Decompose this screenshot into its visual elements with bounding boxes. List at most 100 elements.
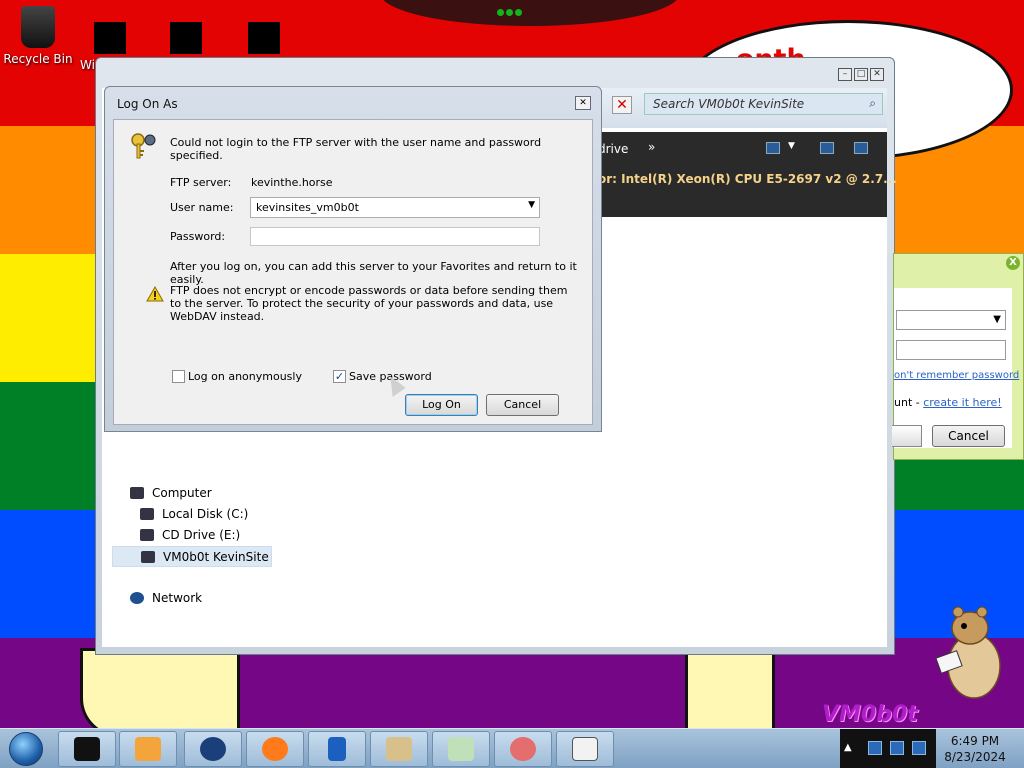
password-input[interactable]: [250, 227, 540, 246]
nav-item-label: CD Drive (E:): [162, 528, 241, 542]
checkbox-label: Log on anonymously: [188, 370, 302, 383]
clock-date: 8/23/2024: [944, 750, 1006, 764]
desktop-icon-redacted-3[interactable]: [228, 6, 300, 58]
search-placeholder: Search VM0b0t KevinSite: [653, 97, 805, 111]
navigation-pane: Computer Local Disk (C:) CD Drive (E:) V…: [112, 483, 272, 609]
cancel-button[interactable]: Cancel: [932, 425, 1005, 447]
taskbar-app-media-player[interactable]: [119, 731, 177, 767]
window-controls: – □ ✕: [838, 68, 884, 81]
search-input[interactable]: Search VM0b0t KevinSite ⌕: [644, 93, 883, 115]
snipping-tool-icon: [510, 737, 536, 761]
recycle-bin-icon: [21, 6, 55, 48]
taskbar-app-browser[interactable]: [184, 731, 242, 767]
toolbar-more-button[interactable]: »: [648, 140, 655, 154]
account-select[interactable]: ▼: [896, 310, 1006, 330]
password-label: Password:: [170, 230, 226, 243]
close-icon[interactable]: X: [1006, 256, 1020, 270]
forgot-password-link[interactable]: on't remember password: [894, 370, 1019, 381]
nav-item-cd-drive[interactable]: CD Drive (E:): [112, 525, 272, 546]
nav-item-network[interactable]: Network: [112, 588, 272, 609]
clock[interactable]: 6:49 PM 8/23/2024: [940, 733, 1010, 765]
background-login-dialog: X ▼ on't remember password unt - create …: [892, 253, 1024, 460]
create-account-link[interactable]: create it here!: [923, 396, 1001, 409]
warning-icon: [146, 286, 164, 302]
taskbar-app-tablet[interactable]: [308, 731, 366, 767]
cancel-button[interactable]: Cancel: [486, 394, 559, 416]
nav-item-label: Local Disk (C:): [162, 507, 249, 521]
stop-icon[interactable]: ✕: [612, 96, 632, 114]
toolbar-drive-button[interactable]: drive: [598, 142, 628, 156]
close-icon[interactable]: ✕: [575, 96, 591, 110]
close-icon[interactable]: ✕: [870, 68, 884, 81]
start-button[interactable]: [4, 731, 48, 767]
maximize-icon[interactable]: □: [854, 68, 868, 81]
taskbar: ▲ 6:49 PM 8/23/2024: [0, 728, 1024, 768]
desktop-icon-recycle-bin[interactable]: Recycle Bin: [2, 6, 74, 66]
nav-item-computer[interactable]: Computer: [112, 483, 272, 504]
account-text: unt -: [894, 396, 924, 409]
media-player-icon: [135, 737, 161, 761]
user-name-value: kevinsites_vm0b0t: [256, 201, 359, 214]
help-icon[interactable]: [854, 142, 868, 154]
login-form: ▼ on't remember password unt - create it…: [892, 288, 1019, 448]
dialog-body: Could not login to the FTP server with t…: [113, 119, 593, 425]
favorites-info: After you log on, you can add this serve…: [170, 260, 577, 286]
taskbar-app-solitaire[interactable]: [556, 731, 614, 767]
ftp-server-label: FTP server:: [170, 176, 232, 189]
nav-item-label: Network: [152, 591, 203, 605]
chevron-down-icon[interactable]: ▼: [528, 200, 535, 210]
taskbar-app-firefox[interactable]: [246, 731, 304, 767]
redacted-icon: [94, 22, 126, 54]
explorer-toolbar: drive » ▼ or: Intel(R) Xeon(R) CPU E5-26…: [598, 132, 897, 217]
checkbox-box[interactable]: ✓: [333, 370, 346, 383]
show-hidden-icons-icon[interactable]: ▲: [844, 742, 852, 753]
preview-pane-icon[interactable]: [820, 142, 834, 154]
hamster-icon: [936, 606, 1001, 699]
firefox-icon: [262, 737, 288, 761]
login-button[interactable]: [892, 425, 922, 447]
redacted-icon: [170, 22, 202, 54]
user-name-combobox[interactable]: kevinsites_vm0b0t ▼: [250, 197, 540, 218]
system-tray: ▲: [840, 729, 936, 768]
desktop-icon-redacted-2[interactable]: [150, 6, 222, 58]
nav-item-ftp-site[interactable]: VM0b0t KevinSite: [112, 546, 272, 567]
taskbar-app-paint[interactable]: [370, 731, 428, 767]
password-field[interactable]: [896, 340, 1006, 360]
notepad-icon: [448, 737, 474, 761]
vm0b0t-watermark: VM0b0t: [822, 702, 918, 727]
network-icon: [130, 592, 144, 604]
error-message: Could not login to the FTP server with t…: [170, 136, 542, 162]
minimize-icon[interactable]: –: [838, 68, 852, 81]
tablet-icon: [328, 737, 346, 761]
network-location-icon: [141, 551, 155, 563]
ftp-server-value: kevinthe.horse: [251, 176, 333, 189]
solitaire-icon: [572, 737, 598, 761]
wallpaper-dots: [497, 6, 527, 16]
volume-icon[interactable]: [912, 741, 926, 755]
nav-item-local-disk[interactable]: Local Disk (C:): [112, 504, 272, 525]
create-account-text: unt - create it here!: [894, 396, 1002, 409]
log-on-anonymously-checkbox[interactable]: Log on anonymously: [172, 370, 302, 383]
cpu-info: or: Intel(R) Xeon(R) CPU E5-2697 v2 @ 2.…: [598, 172, 897, 186]
security-warning: FTP does not encrypt or encode passwords…: [170, 284, 568, 323]
address-row: ✕ Search VM0b0t KevinSite ⌕: [602, 88, 887, 128]
bluetooth-icon[interactable]: [868, 741, 882, 755]
wallpaper-leg-right: [685, 648, 775, 738]
redacted-icon: [248, 22, 280, 54]
view-icon[interactable]: [766, 142, 780, 154]
taskbar-app-notepad[interactable]: [432, 731, 490, 767]
checkbox-box[interactable]: [172, 370, 185, 383]
clock-time: 6:49 PM: [950, 734, 1000, 748]
nav-item-label: Computer: [152, 486, 212, 500]
paint-icon: [386, 737, 412, 761]
taskbar-app-terminal[interactable]: [58, 731, 116, 767]
log-on-button[interactable]: Log On: [405, 394, 478, 416]
nav-item-label: VM0b0t KevinSite: [163, 550, 269, 564]
network-tray-icon[interactable]: [890, 741, 904, 755]
log-on-as-dialog: Log On As ✕ Could not login to the FTP s…: [104, 86, 602, 432]
taskbar-app-snipping-tool[interactable]: [494, 731, 552, 767]
key-icon: [131, 133, 156, 159]
chevron-down-icon[interactable]: ▼: [788, 141, 795, 151]
search-icon[interactable]: ⌕: [869, 96, 876, 111]
globe-icon: [200, 737, 226, 761]
